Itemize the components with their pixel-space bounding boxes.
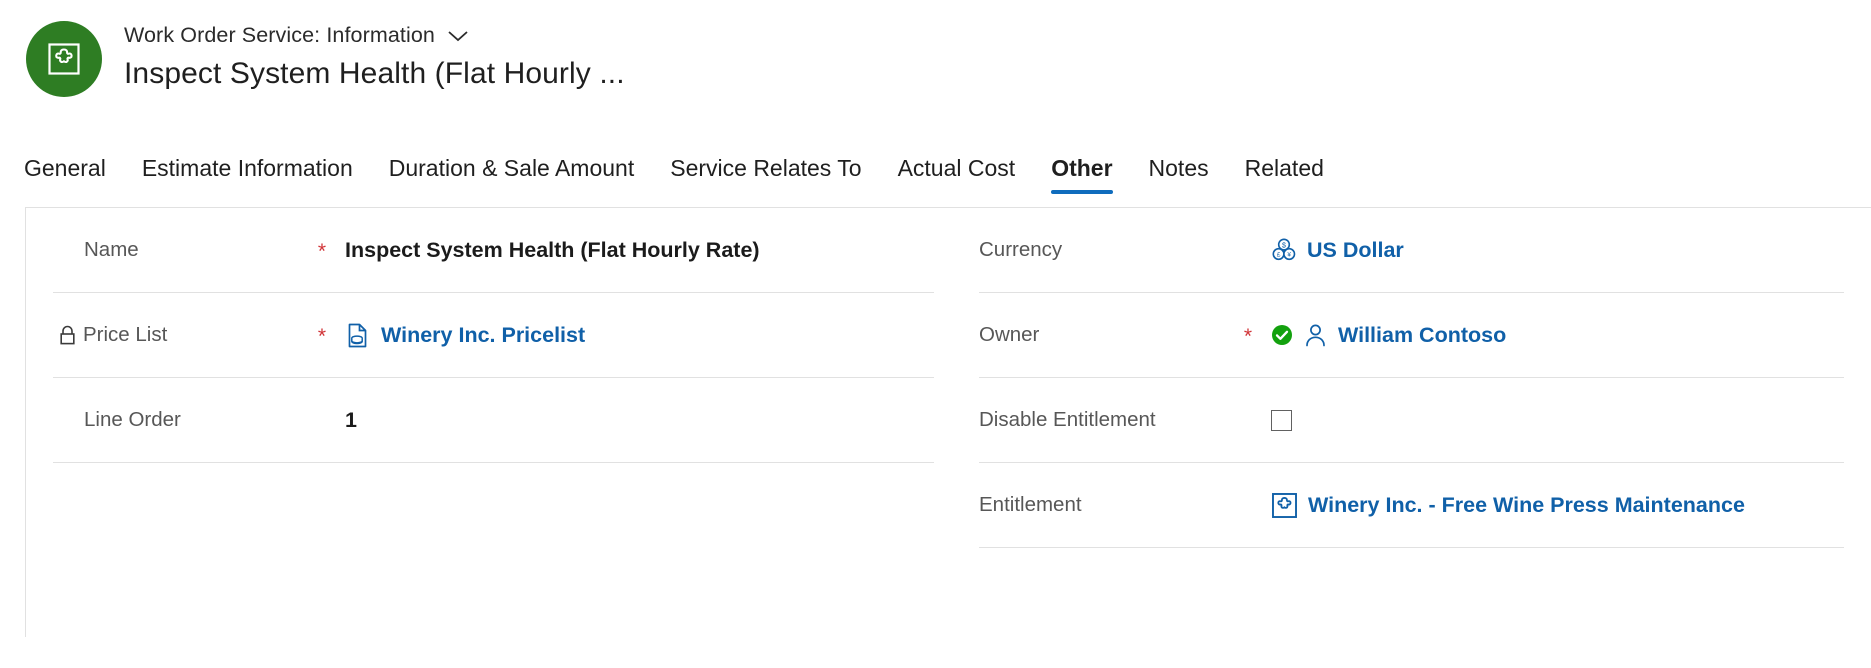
required-indicator-price-list: * [317, 324, 327, 348]
tab-duration-sale-amount[interactable]: Duration & Sale Amount [371, 155, 652, 196]
svg-text:¥: ¥ [1287, 252, 1291, 259]
tab-notes[interactable]: Notes [1131, 155, 1227, 196]
required-indicator-owner: * [1243, 324, 1253, 348]
field-value-line-order[interactable]: 1 [345, 408, 357, 433]
active-tab-indicator [1051, 190, 1113, 194]
tab-service-relates-to[interactable]: Service Relates To [652, 155, 879, 196]
field-row-disable-entitlement: Disable Entitlement * [979, 378, 1844, 463]
required-indicator-placeholder: * [1237, 239, 1259, 262]
field-value-price-list[interactable]: Winery Inc. Pricelist [345, 322, 585, 349]
required-indicator-placeholder: * [1237, 409, 1259, 432]
tab-label: General [24, 155, 106, 181]
field-value-link[interactable]: Winery Inc. Pricelist [381, 323, 585, 348]
tab-estimate-information[interactable]: Estimate Information [124, 155, 371, 196]
form-column-right: Currency * $ £ ¥ US Dollar [934, 208, 1844, 637]
svg-text:$: $ [1282, 242, 1286, 249]
tab-label: Other [1051, 155, 1113, 181]
field-value-link[interactable]: US Dollar [1307, 238, 1404, 263]
field-label-text: Line Order [84, 408, 181, 431]
tab-label: Duration & Sale Amount [388, 155, 635, 181]
field-value-link[interactable]: William Contoso [1338, 323, 1506, 348]
tab-related[interactable]: Related [1227, 155, 1342, 196]
header-text-block: Work Order Service: Information Inspect … [124, 18, 625, 91]
work-order-service-icon [47, 42, 81, 76]
tab-actual-cost[interactable]: Actual Cost [880, 155, 1034, 196]
field-row-currency: Currency * $ £ ¥ US Dollar [979, 208, 1844, 293]
field-label-line-order: Line Order [53, 408, 311, 432]
field-label-owner: Owner [979, 323, 1237, 347]
tab-bar: General Estimate Information Duration & … [0, 142, 1871, 196]
field-label-entitlement: Entitlement [979, 493, 1237, 517]
breadcrumb[interactable]: Work Order Service: Information [124, 20, 625, 50]
required-indicator-name: * [317, 239, 327, 263]
entity-avatar [26, 21, 102, 97]
breadcrumb-label: Work Order Service: Information [124, 22, 435, 47]
field-row-line-order: Line Order * 1 [53, 378, 934, 463]
field-value-disable-entitlement[interactable] [1271, 409, 1292, 431]
disable-entitlement-checkbox[interactable] [1271, 409, 1292, 431]
field-value-name[interactable]: Inspect System Health (Flat Hourly Rate) [345, 238, 760, 263]
tab-label: Notes [1148, 155, 1209, 181]
currency-coins-icon: $ £ ¥ [1271, 237, 1297, 263]
field-label-text: Currency [979, 238, 1063, 261]
tab-label: Actual Cost [897, 155, 1016, 181]
form-panel: Name * Inspect System Health (Flat Hourl… [25, 207, 1871, 637]
form-column-left: Name * Inspect System Health (Flat Hourl… [26, 208, 934, 637]
field-value-currency[interactable]: $ £ ¥ US Dollar [1271, 237, 1404, 263]
field-label-text: Owner [979, 323, 1040, 346]
chevron-down-icon[interactable] [447, 27, 469, 43]
page-title: Inspect System Health (Flat Hourly ... [124, 57, 625, 90]
record-header: Work Order Service: Information Inspect … [0, 0, 1871, 120]
tab-label: Service Relates To [670, 155, 862, 181]
tab-other[interactable]: Other [1033, 155, 1130, 196]
tab-label: Related [1244, 155, 1324, 181]
tab-general[interactable]: General [24, 155, 124, 196]
required-indicator-placeholder: * [1237, 494, 1259, 517]
required-indicator-placeholder: * [311, 409, 333, 432]
field-label-text: Disable Entitlement [979, 408, 1156, 431]
field-row-entitlement: Entitlement * Winery Inc. - Free Wine Pr… [979, 463, 1844, 548]
field-label-currency: Currency [979, 238, 1237, 262]
entitlement-icon [1271, 492, 1298, 519]
field-label-text: Entitlement [979, 493, 1082, 516]
tab-label: Estimate Information [141, 155, 353, 181]
field-label-price-list: Price List [53, 323, 311, 347]
field-value-owner[interactable]: William Contoso [1271, 322, 1506, 348]
field-row-owner: Owner * William Contoso [979, 293, 1844, 378]
field-label-name: Name [53, 238, 311, 262]
verified-check-icon [1271, 324, 1293, 346]
field-label-text: Name [84, 238, 139, 261]
field-value-text: 1 [345, 407, 357, 432]
person-icon [1303, 322, 1328, 348]
price-list-icon [345, 322, 371, 349]
field-value-entitlement[interactable]: Winery Inc. - Free Wine Press Maintenanc… [1271, 492, 1745, 519]
lock-icon [59, 325, 76, 346]
field-value-text: Inspect System Health (Flat Hourly Rate) [345, 237, 760, 262]
field-label-text: Price List [83, 323, 168, 346]
svg-text:£: £ [1277, 252, 1281, 259]
field-row-price-list: Price List * Winery Inc. Pricelist [53, 293, 934, 378]
field-row-name: Name * Inspect System Health (Flat Hourl… [53, 208, 934, 293]
field-label-disable-entitlement: Disable Entitlement [979, 408, 1237, 432]
field-value-link[interactable]: Winery Inc. - Free Wine Press Maintenanc… [1308, 493, 1745, 518]
